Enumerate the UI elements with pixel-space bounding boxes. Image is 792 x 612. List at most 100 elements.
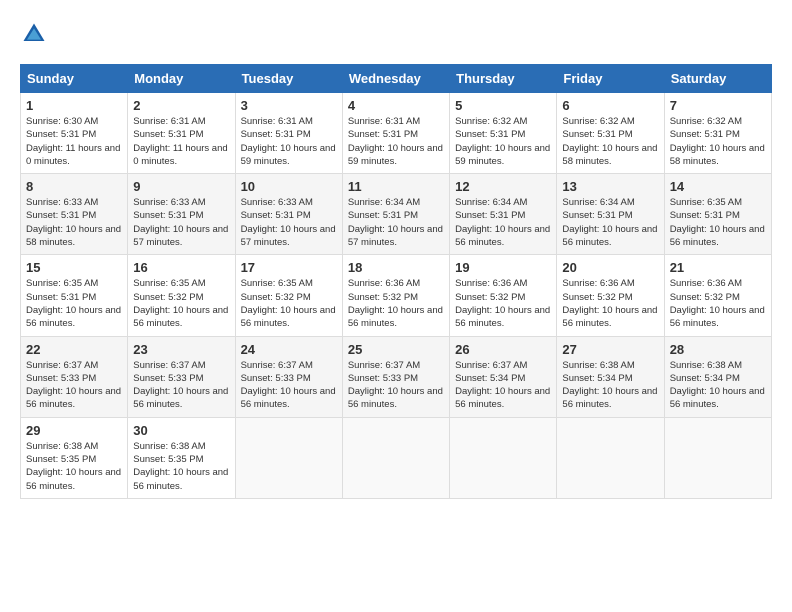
day-number: 18 [348,260,444,275]
day-number: 6 [562,98,658,113]
header-monday: Monday [128,65,235,93]
day-number: 19 [455,260,551,275]
header-sunday: Sunday [21,65,128,93]
day-number: 3 [241,98,337,113]
day-number: 25 [348,342,444,357]
day-info: Sunrise: 6:33 AMSunset: 5:31 PMDaylight:… [26,196,122,249]
header-thursday: Thursday [450,65,557,93]
day-info: Sunrise: 6:38 AMSunset: 5:34 PMDaylight:… [562,359,658,412]
day-info: Sunrise: 6:31 AMSunset: 5:31 PMDaylight:… [241,115,337,168]
day-number: 15 [26,260,122,275]
day-number: 21 [670,260,766,275]
day-number: 22 [26,342,122,357]
calendar-week-5: 29 Sunrise: 6:38 AMSunset: 5:35 PMDayligh… [21,417,772,498]
calendar-cell: 5 Sunrise: 6:32 AMSunset: 5:31 PMDaylight… [450,93,557,174]
day-number: 5 [455,98,551,113]
calendar-cell [235,417,342,498]
day-number: 2 [133,98,229,113]
day-number: 1 [26,98,122,113]
page-header [20,20,772,48]
calendar-week-2: 8 Sunrise: 6:33 AMSunset: 5:31 PMDaylight… [21,174,772,255]
day-info: Sunrise: 6:30 AMSunset: 5:31 PMDaylight:… [26,115,122,168]
day-info: Sunrise: 6:37 AMSunset: 5:33 PMDaylight:… [348,359,444,412]
day-info: Sunrise: 6:35 AMSunset: 5:32 PMDaylight:… [133,277,229,330]
calendar-cell: 20 Sunrise: 6:36 AMSunset: 5:32 PMDayligh… [557,255,664,336]
calendar-cell: 13 Sunrise: 6:34 AMSunset: 5:31 PMDayligh… [557,174,664,255]
calendar-cell: 29 Sunrise: 6:38 AMSunset: 5:35 PMDayligh… [21,417,128,498]
day-number: 12 [455,179,551,194]
day-number: 17 [241,260,337,275]
day-number: 11 [348,179,444,194]
calendar-cell [664,417,771,498]
day-number: 7 [670,98,766,113]
day-info: Sunrise: 6:36 AMSunset: 5:32 PMDaylight:… [348,277,444,330]
calendar-cell: 27Sunrise: 6:38 AMSunset: 5:34 PMDayligh… [557,336,664,417]
calendar-cell: 19 Sunrise: 6:36 AMSunset: 5:32 PMDayligh… [450,255,557,336]
calendar-cell: 8 Sunrise: 6:33 AMSunset: 5:31 PMDaylight… [21,174,128,255]
calendar-cell: 24 Sunrise: 6:37 AMSunset: 5:33 PMDayligh… [235,336,342,417]
header-tuesday: Tuesday [235,65,342,93]
day-info: Sunrise: 6:38 AMSunset: 5:34 PMDaylight:… [670,359,766,412]
calendar-week-4: 22 Sunrise: 6:37 AMSunset: 5:33 PMDayligh… [21,336,772,417]
calendar-cell: 6 Sunrise: 6:32 AMSunset: 5:31 PMDaylight… [557,93,664,174]
calendar-cell: 7 Sunrise: 6:32 AMSunset: 5:31 PMDaylight… [664,93,771,174]
day-info: Sunrise: 6:35 AMSunset: 5:31 PMDaylight:… [26,277,122,330]
calendar-cell [342,417,449,498]
calendar-cell: 17 Sunrise: 6:35 AMSunset: 5:32 PMDayligh… [235,255,342,336]
calendar-cell: 25 Sunrise: 6:37 AMSunset: 5:33 PMDayligh… [342,336,449,417]
day-number: 10 [241,179,337,194]
calendar-cell: 28 Sunrise: 6:38 AMSunset: 5:34 PMDayligh… [664,336,771,417]
calendar-cell [450,417,557,498]
header-saturday: Saturday [664,65,771,93]
day-info: Sunrise: 6:37 AMSunset: 5:33 PMDaylight:… [241,359,337,412]
logo-icon [20,20,48,48]
day-info: Sunrise: 6:35 AMSunset: 5:31 PMDaylight:… [670,196,766,249]
day-info: Sunrise: 6:32 AMSunset: 5:31 PMDaylight:… [670,115,766,168]
day-number: 28 [670,342,766,357]
calendar-cell: 2Sunrise: 6:31 AMSunset: 5:31 PMDaylight… [128,93,235,174]
day-info: Sunrise: 6:34 AMSunset: 5:31 PMDaylight:… [348,196,444,249]
header-wednesday: Wednesday [342,65,449,93]
day-number: 26 [455,342,551,357]
calendar-cell: 16 Sunrise: 6:35 AMSunset: 5:32 PMDayligh… [128,255,235,336]
day-number: 24 [241,342,337,357]
calendar-cell: 1 Sunrise: 6:30 AMSunset: 5:31 PMDaylight… [21,93,128,174]
calendar-cell: 10Sunrise: 6:33 AMSunset: 5:31 PMDayligh… [235,174,342,255]
day-number: 13 [562,179,658,194]
calendar-cell: 14 Sunrise: 6:35 AMSunset: 5:31 PMDayligh… [664,174,771,255]
day-info: Sunrise: 6:37 AMSunset: 5:34 PMDaylight:… [455,359,551,412]
day-info: Sunrise: 6:33 AMSunset: 5:31 PMDaylight:… [133,196,229,249]
calendar-cell: 21Sunrise: 6:36 AMSunset: 5:32 PMDayligh… [664,255,771,336]
calendar-cell: 4 Sunrise: 6:31 AMSunset: 5:31 PMDaylight… [342,93,449,174]
calendar-cell: 9Sunrise: 6:33 AMSunset: 5:31 PMDaylight… [128,174,235,255]
day-info: Sunrise: 6:31 AMSunset: 5:31 PMDaylight:… [348,115,444,168]
day-info: Sunrise: 6:36 AMSunset: 5:32 PMDaylight:… [455,277,551,330]
day-number: 29 [26,423,122,438]
day-number: 20 [562,260,658,275]
calendar-table: SundayMondayTuesdayWednesdayThursdayFrid… [20,64,772,499]
calendar-cell [557,417,664,498]
day-info: Sunrise: 6:37 AMSunset: 5:33 PMDaylight:… [133,359,229,412]
calendar-week-3: 15 Sunrise: 6:35 AMSunset: 5:31 PMDayligh… [21,255,772,336]
calendar-cell: 3 Sunrise: 6:31 AMSunset: 5:31 PMDaylight… [235,93,342,174]
calendar-header-row: SundayMondayTuesdayWednesdayThursdayFrid… [21,65,772,93]
day-info: Sunrise: 6:35 AMSunset: 5:32 PMDaylight:… [241,277,337,330]
day-info: Sunrise: 6:38 AMSunset: 5:35 PMDaylight:… [26,440,122,493]
day-info: Sunrise: 6:32 AMSunset: 5:31 PMDaylight:… [562,115,658,168]
day-number: 8 [26,179,122,194]
calendar-cell: 22 Sunrise: 6:37 AMSunset: 5:33 PMDayligh… [21,336,128,417]
day-number: 16 [133,260,229,275]
day-info: Sunrise: 6:36 AMSunset: 5:32 PMDaylight:… [562,277,658,330]
day-info: Sunrise: 6:34 AMSunset: 5:31 PMDaylight:… [562,196,658,249]
day-info: Sunrise: 6:38 AMSunset: 5:35 PMDaylight:… [133,440,229,493]
calendar-cell: 26 Sunrise: 6:37 AMSunset: 5:34 PMDayligh… [450,336,557,417]
day-info: Sunrise: 6:37 AMSunset: 5:33 PMDaylight:… [26,359,122,412]
calendar-week-1: 1 Sunrise: 6:30 AMSunset: 5:31 PMDaylight… [21,93,772,174]
day-number: 4 [348,98,444,113]
calendar-cell: 18 Sunrise: 6:36 AMSunset: 5:32 PMDayligh… [342,255,449,336]
day-info: Sunrise: 6:32 AMSunset: 5:31 PMDaylight:… [455,115,551,168]
logo [20,20,52,48]
calendar-cell: 12Sunrise: 6:34 AMSunset: 5:31 PMDayligh… [450,174,557,255]
header-friday: Friday [557,65,664,93]
day-number: 14 [670,179,766,194]
